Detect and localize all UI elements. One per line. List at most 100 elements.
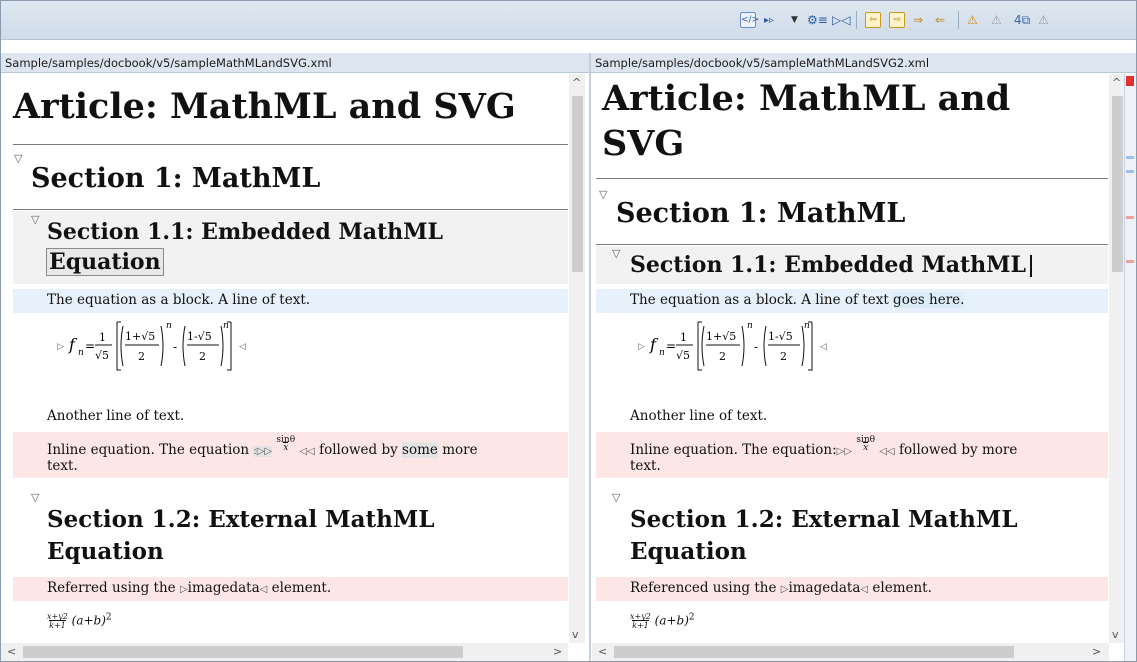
section-1-1-line1: Section 1.1: Embedded MathML [47,219,443,245]
scroll-left-icon[interactable]: < [598,645,607,658]
copy-right-icon[interactable]: ⇨ [889,10,905,30]
inline-text-after: followed by [314,442,403,458]
right-vscroll-thumb[interactable] [1112,96,1123,272]
overview-change-marker[interactable] [1126,170,1134,173]
right-hscroll-thumb[interactable] [614,646,1014,658]
eq-one-plus: 1+√5 [706,330,736,343]
eq-f: f [68,335,78,354]
section-1-title: Section 1: MathML [616,198,906,229]
dropdown-icon[interactable]: ▼ [791,10,798,30]
eq-exp-n-a: n [166,321,172,331]
inline-text-end: text. [47,458,78,474]
compare-toolbar: </> ▸▹ ▼ ⚙≡ ▷◁ ⇦ ⇨ ⇒ ⇐ ⚠ ⚠ 4⧉ ⚠ [1,1,1136,40]
collapse-triangle-icon[interactable]: ▽ [31,213,39,226]
eq-sqrt5: √5 [95,349,109,362]
right-horizontal-scrollbar[interactable]: < > [592,643,1109,661]
filter-icon[interactable]: ▸▹ [764,10,774,30]
section-1-1-text: Section 1.1: Embedded MathML [630,252,1026,278]
more-icon[interactable]: ⚠ [1038,10,1049,30]
block-equation: ▷ f n = 1 √5 1+√5 2 n - 1-√5 2 n ◁ [55,316,295,374]
section-1-1-title: Section 1.1: Embedded MathML Equation [46,217,547,277]
eq-n: n [659,348,665,358]
left-editor-pane[interactable]: Article: MathML and SVG ▽ Section 1: Mat… [1,74,568,661]
eq-one-minus: 1-√5 [768,330,793,343]
scroll-up-icon[interactable]: ^ [572,76,581,89]
referred-word: Referred [47,580,108,596]
right-editor-pane[interactable]: Article: MathML and SVG ▽ Section 1: Mat… [592,74,1112,661]
eq-one-plus: 1+√5 [125,330,155,343]
eq-n: n [78,348,84,358]
inline-text-more: more [437,442,478,458]
scroll-right-icon[interactable]: > [553,645,562,658]
title-rule [596,178,1108,179]
inline-text-after: followed by [894,442,982,458]
overview-change-marker[interactable] [1126,156,1134,159]
copy-left-icon[interactable]: ⇦ [865,10,881,30]
ext-exponent: 2 [688,612,695,623]
diff-overview-ruler[interactable] [1124,74,1136,661]
inline-equation-line: Inline equation. The equation:▷▷ sinθ x ◁… [630,436,1017,459]
inline-equation-line: Inline equation. The equation :▷▷ sinθ x … [47,436,478,458]
overview-error-marker[interactable] [1126,76,1134,86]
xml-source-icon[interactable]: </> [740,10,759,30]
inline-end-marker-icon: ◁◁ [879,446,895,457]
merge-icon[interactable]: ⚠ [967,10,978,30]
inline-start-marker-icon: ▷▷ [836,446,853,457]
options-icon[interactable]: ⚙≡ [807,10,828,30]
external-equation: x+y2 k+1 (a+b)2 [630,612,695,630]
right-vertical-scrollbar[interactable]: ^ v [1109,74,1125,643]
inline-end-marker-icon: ◁◁ [299,446,315,457]
pane-divider[interactable] [589,53,591,661]
referenced-end: element. [868,580,932,596]
collapse-triangle-icon[interactable]: ▽ [612,491,620,504]
prev-diff-icon[interactable]: ⇐ [935,10,945,30]
eq-one: 1 [680,331,687,344]
inline-some-diff: some [402,442,438,458]
block-text-added: goes here. [893,292,965,308]
title-rule [13,144,568,145]
ext-exponent: 2 [105,612,112,623]
collapse-triangle-icon[interactable]: ▽ [599,188,607,201]
inline-text-end: text. [630,458,661,474]
accept-icon[interactable]: ⚠ [991,10,1002,30]
next-diff-icon[interactable]: ⇒ [913,10,923,30]
referred-end: element. [267,580,332,596]
section-1-1-line2-selected: Equation [46,248,164,276]
section-1-title: Section 1: MathML [31,163,321,194]
split-compare-icon[interactable]: ▷◁ [832,10,850,30]
article-title-line1: Article: MathML and [602,78,1011,119]
ext-fraction: x+y2 k+1 [630,612,651,630]
imagedata-end-marker-icon: ◁ [860,584,869,595]
overview-insert-marker[interactable] [1126,216,1134,219]
referred-middle: using the [107,580,180,596]
left-horizontal-scrollbar[interactable]: < > [1,643,568,661]
toolbar-separator [856,11,857,29]
scroll-down-icon[interactable]: v [572,628,579,641]
scroll-up-icon[interactable]: ^ [1112,76,1121,89]
left-vscroll-thumb[interactable] [572,96,583,272]
left-hscroll-thumb[interactable] [23,646,463,658]
section-1-2-title: Section 1.2: External MathML Equation [630,504,1100,568]
section-1-2-line2: Equation [630,538,747,565]
another-line-text: Another line of text. [630,408,768,424]
eq-equals: = [666,339,676,353]
article-title-line2: SVG [602,123,685,164]
start-marker-icon: ▷ [638,342,645,352]
inline-text-before: Inline equation. The equation: [630,442,837,458]
collapse-triangle-icon[interactable]: ▽ [31,491,39,504]
scroll-left-icon[interactable]: < [7,645,16,658]
external-equation: x+y2 k+1 (a+b)2 [47,612,112,630]
imagedata-start-marker-icon: ▷ [179,584,188,595]
left-vertical-scrollbar[interactable]: ^ v [569,74,585,643]
scroll-down-icon[interactable]: v [1112,628,1119,641]
reject-icon[interactable]: 4⧉ [1014,10,1030,30]
right-file-path: Sample/samples/docbook/v5/sampleMathMLan… [591,53,1136,73]
collapse-triangle-icon[interactable]: ▽ [14,152,22,165]
overview-insert-marker[interactable] [1126,260,1134,263]
scroll-right-icon[interactable]: > [1092,645,1101,658]
section-1-1-title: Section 1.1: Embedded MathML [630,250,1032,280]
eq-one-minus: 1-√5 [187,330,212,343]
inline-denominator: x [863,442,869,453]
section-1-2-line1: Section 1.2: External MathML [47,506,435,533]
collapse-triangle-icon[interactable]: ▽ [612,247,620,260]
